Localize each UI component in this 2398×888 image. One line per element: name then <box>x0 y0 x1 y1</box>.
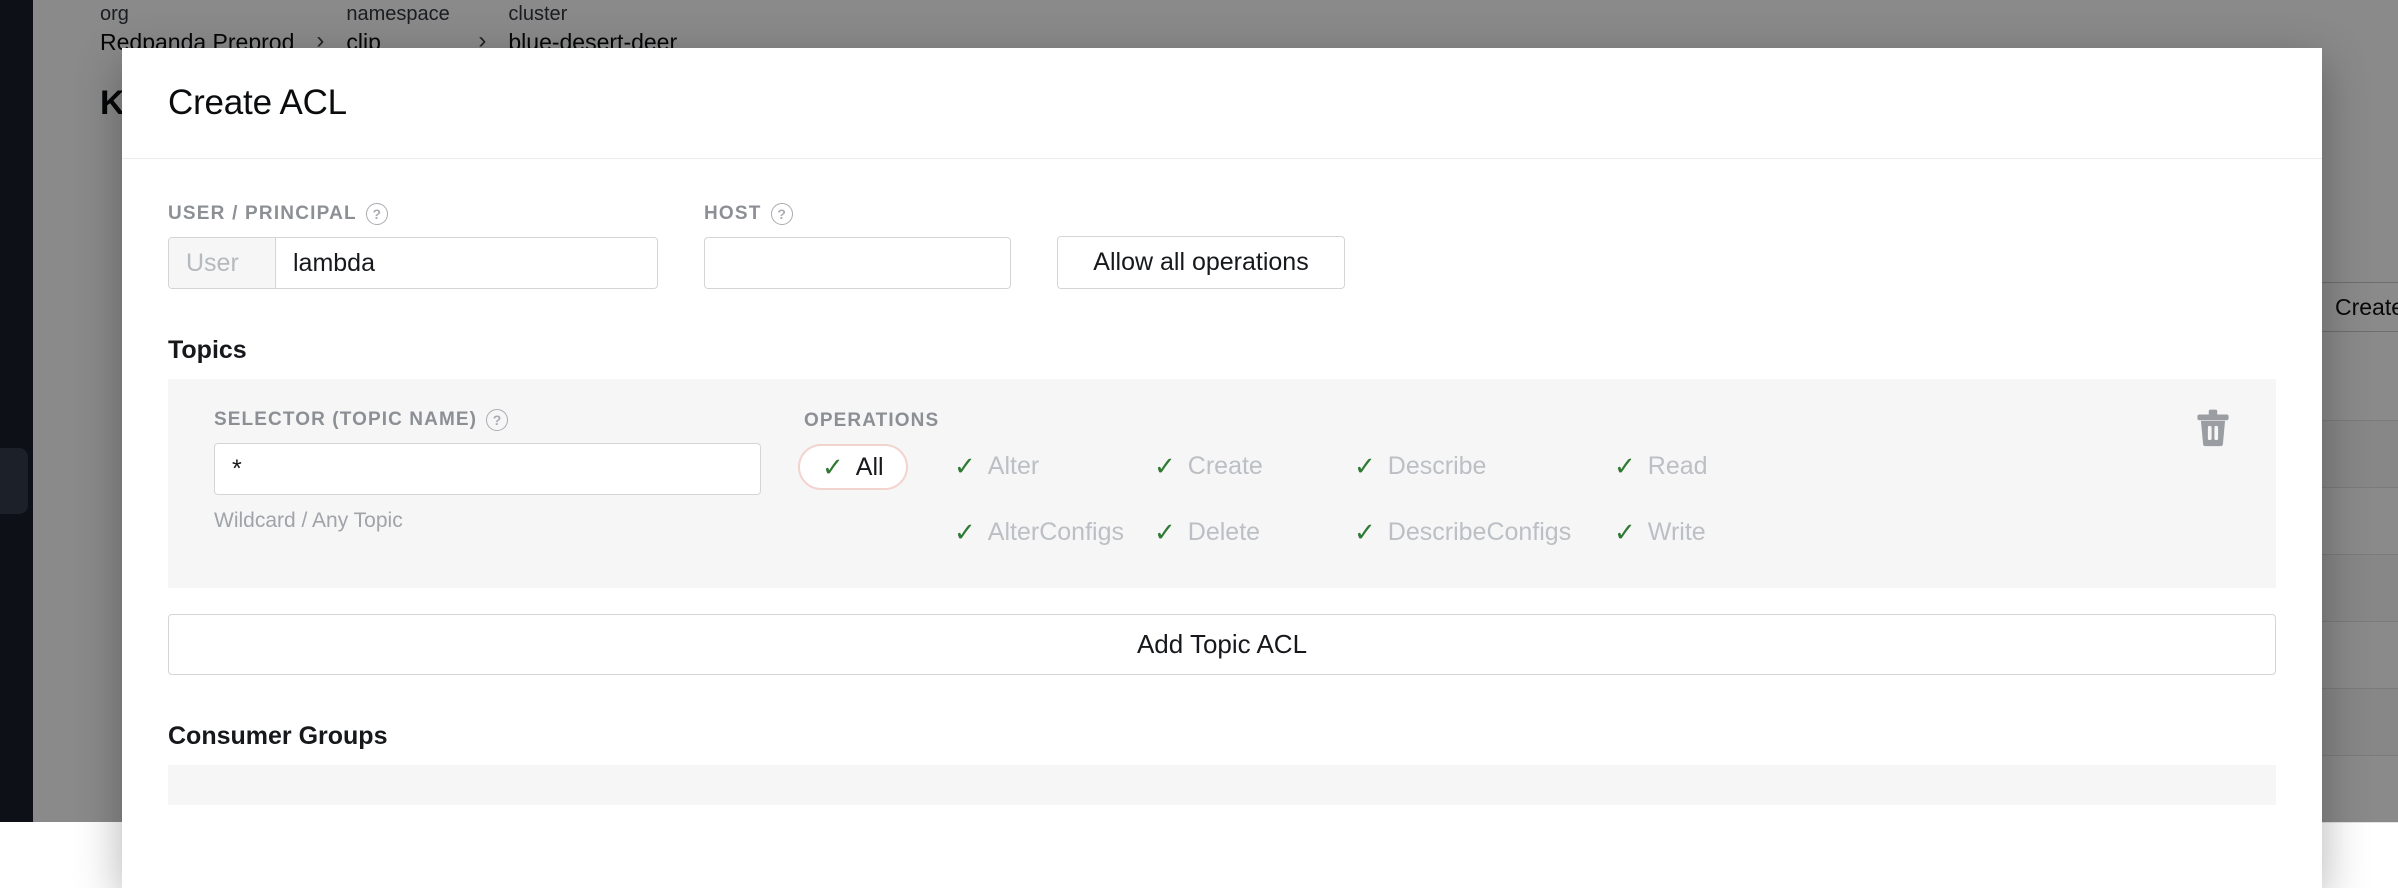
nav-rail-active-item[interactable] <box>0 448 28 514</box>
help-icon[interactable]: ? <box>771 203 793 225</box>
operation-label: AlterConfigs <box>988 518 1124 547</box>
operation-label: DescribeConfigs <box>1388 518 1571 547</box>
topic-selector-hint: Wildcard / Any Topic <box>214 509 804 533</box>
host-field-group: HOST ? <box>704 203 1011 289</box>
dialog-body: USER / PRINCIPAL ? User HOST ? Allow all… <box>122 159 2322 805</box>
operation-read[interactable]: ✓ Read <box>1614 444 1774 488</box>
operation-label: All <box>856 453 884 482</box>
operation-create[interactable]: ✓ Create <box>1154 444 1354 488</box>
help-icon[interactable]: ? <box>486 409 508 431</box>
operation-write[interactable]: ✓ Write <box>1614 510 1774 554</box>
topic-selector-group: SELECTOR (TOPIC NAME) ? Wildcard / Any T… <box>214 409 804 554</box>
host-input[interactable] <box>704 237 1011 289</box>
principal-host-row: USER / PRINCIPAL ? User HOST ? Allow all… <box>168 159 2276 289</box>
operation-describe[interactable]: ✓ Describe <box>1354 444 1614 488</box>
operation-label: Create <box>1188 452 1263 481</box>
operation-label: Describe <box>1388 452 1487 481</box>
check-icon: ✓ <box>1614 453 1636 479</box>
topic-acl-panel: SELECTOR (TOPIC NAME) ? Wildcard / Any T… <box>168 379 2276 588</box>
topic-operations-group: OPERATIONS ✓ All ✓ Alter ✓ Create ✓ Describe ✓ Re… <box>804 409 2230 554</box>
user-principal-field-group: USER / PRINCIPAL ? User <box>168 203 658 289</box>
topics-heading: Topics <box>168 336 2276 365</box>
consumer-groups-heading: Consumer Groups <box>168 722 2276 751</box>
operation-describeconfigs[interactable]: ✓ DescribeConfigs <box>1354 510 1614 554</box>
host-label-text: HOST <box>704 203 762 225</box>
trash-icon <box>2196 409 2230 447</box>
operation-label: Read <box>1648 452 1708 481</box>
operation-alter[interactable]: ✓ Alter <box>954 444 1154 488</box>
operations-label: OPERATIONS <box>804 410 2230 432</box>
operation-delete[interactable]: ✓ Delete <box>1154 510 1354 554</box>
add-topic-acl-button[interactable]: Add Topic ACL <box>168 614 2276 675</box>
operation-alterconfigs[interactable]: ✓ AlterConfigs <box>954 510 1154 554</box>
check-icon: ✓ <box>822 454 844 480</box>
create-acl-dialog: Create ACL USER / PRINCIPAL ? User HOST … <box>122 48 2322 888</box>
check-icon: ✓ <box>1154 453 1176 479</box>
user-principal-prefix: User <box>169 238 276 288</box>
operation-label: Delete <box>1188 518 1260 547</box>
check-icon: ✓ <box>1614 519 1636 545</box>
operation-label: Write <box>1648 518 1706 547</box>
user-principal-label: USER / PRINCIPAL ? <box>168 203 658 225</box>
user-principal-input-group[interactable]: User <box>168 237 658 289</box>
allow-all-operations-button[interactable]: Allow all operations <box>1057 236 1345 289</box>
topic-selector-label-text: SELECTOR (TOPIC NAME) <box>214 409 477 431</box>
check-icon: ✓ <box>1354 519 1376 545</box>
help-icon[interactable]: ? <box>366 203 388 225</box>
dialog-title: Create ACL <box>168 83 347 123</box>
check-icon: ✓ <box>954 519 976 545</box>
operation-all[interactable]: ✓ All <box>798 444 908 490</box>
delete-topic-acl-button[interactable] <box>2196 409 2230 447</box>
host-label: HOST ? <box>704 203 1011 225</box>
topic-selector-label: SELECTOR (TOPIC NAME) ? <box>214 409 804 431</box>
consumer-group-acl-panel <box>168 765 2276 805</box>
check-icon: ✓ <box>1154 519 1176 545</box>
check-icon: ✓ <box>1354 453 1376 479</box>
operation-label: Alter <box>988 452 1039 481</box>
user-principal-input[interactable] <box>276 238 657 288</box>
operations-grid: ✓ All ✓ Alter ✓ Create ✓ Describe ✓ Read ✓ AlterCon… <box>804 444 2230 554</box>
user-principal-label-text: USER / PRINCIPAL <box>168 203 357 225</box>
nav-rail <box>0 0 33 822</box>
dialog-header: Create ACL <box>122 48 2322 159</box>
check-icon: ✓ <box>954 453 976 479</box>
topic-selector-input[interactable] <box>214 443 761 495</box>
